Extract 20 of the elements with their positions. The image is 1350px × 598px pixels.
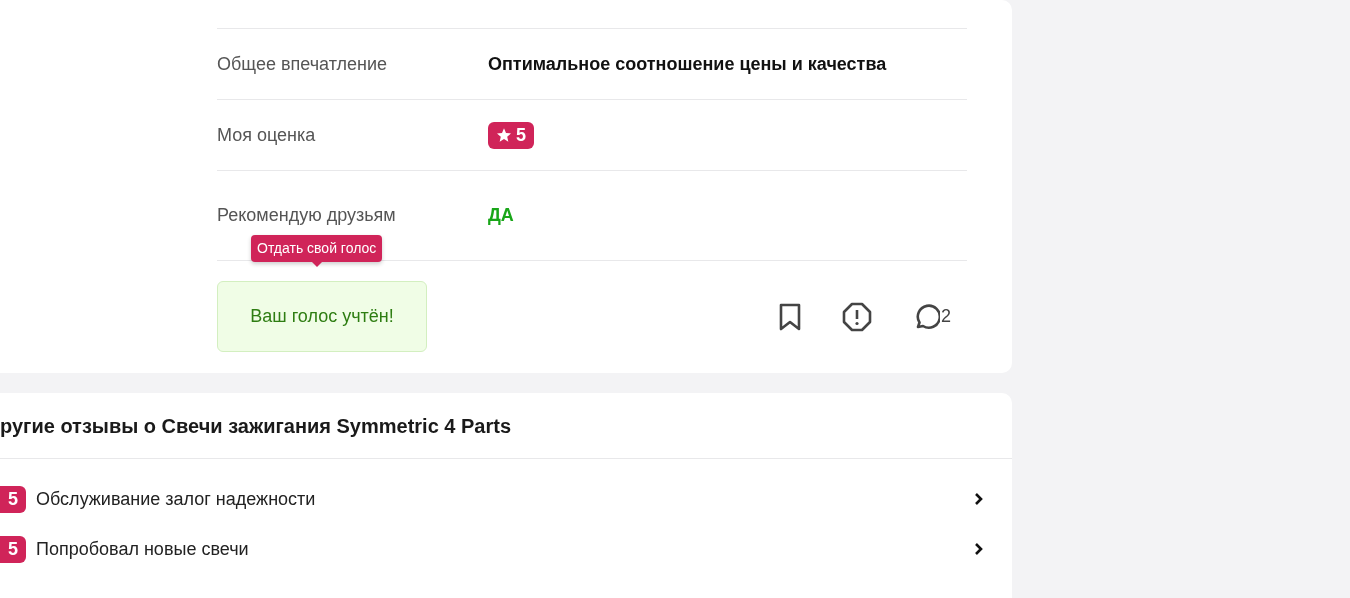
spec-label: Рекомендую друзьям xyxy=(217,205,397,226)
spec-value: Оптимальное соотношение цены и качества xyxy=(488,53,887,75)
review-link[interactable]: Попробовал новые свечи xyxy=(36,538,249,560)
spec-label: Общее впечатление xyxy=(217,53,389,75)
chevron-icon[interactable] xyxy=(974,542,984,556)
star-icon xyxy=(496,127,512,143)
rating-badge: 5 xyxy=(488,121,534,149)
spec-label: Моя оценка xyxy=(217,124,317,146)
warning-icon[interactable] xyxy=(842,301,872,332)
comment-count: 2 xyxy=(941,306,951,327)
vote-status: Ваш голос учтён! xyxy=(217,281,427,352)
chevron-icon[interactable] xyxy=(974,492,984,506)
section-title: ругие отзывы о Свечи зажигания Symmetric 4 Parts xyxy=(0,393,1012,459)
tooltip-arrow xyxy=(311,262,322,267)
recommend-value: ДА xyxy=(488,205,514,226)
vote-tooltip: Отдать свой голос xyxy=(251,235,383,262)
rating-badge: 5 xyxy=(0,535,26,563)
bookmark-icon[interactable] xyxy=(778,302,802,331)
rating-badge: 5 xyxy=(0,485,26,513)
review-link[interactable]: Обслуживание залог надежности xyxy=(36,488,316,510)
